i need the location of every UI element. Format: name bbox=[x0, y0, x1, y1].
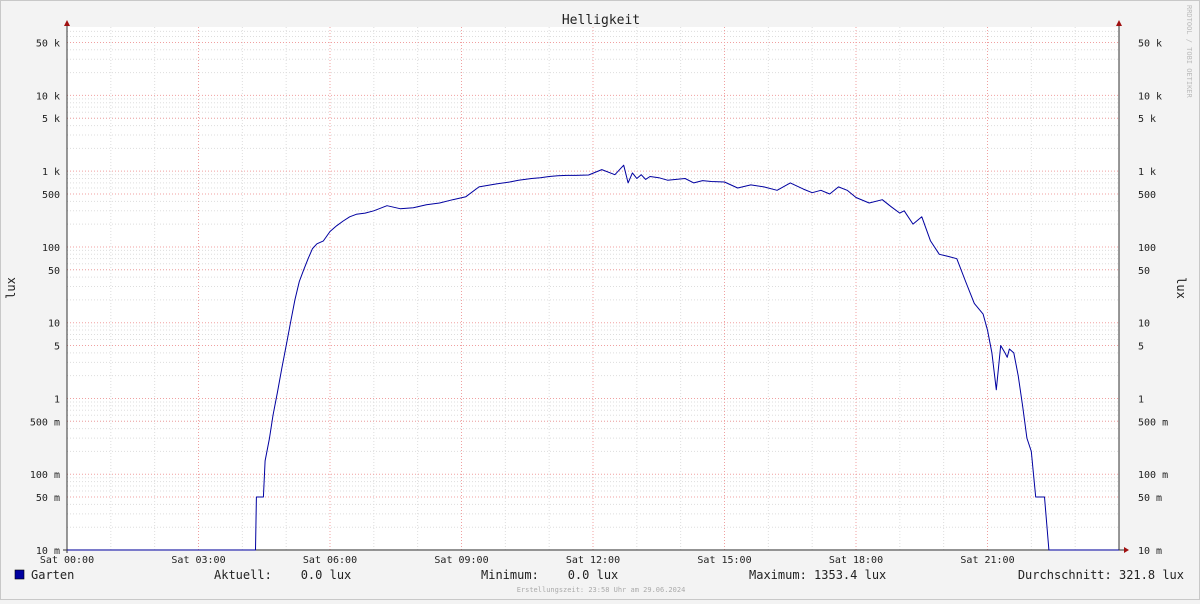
y-tick-label-right: 5 bbox=[1138, 342, 1144, 353]
y-tick-label-left: 50 k bbox=[36, 38, 60, 49]
y-tick-label-right: 50 bbox=[1138, 266, 1150, 277]
legend-average: Durchschnitt: 321.8 lux bbox=[1018, 568, 1184, 582]
legend-minimum: Minimum: 0.0 lux bbox=[481, 568, 618, 582]
y-axis-arrow-right bbox=[1116, 20, 1122, 26]
legend: Garten Aktuell: 0.0 lux Minimum: 0.0 lux… bbox=[14, 568, 1184, 582]
y-tick-label-right: 1 bbox=[1138, 394, 1144, 405]
x-tick-label: Sat 18:00 bbox=[829, 555, 883, 566]
legend-swatch bbox=[14, 569, 25, 580]
y-tick-label-right: 5 k bbox=[1138, 114, 1156, 125]
y-tick-label-left: 1 bbox=[54, 394, 60, 405]
legend-maximum: Maximum: 1353.4 lux bbox=[749, 568, 886, 582]
x-tick-label: Sat 21:00 bbox=[960, 555, 1014, 566]
y-tick-label-right: 100 bbox=[1138, 243, 1156, 254]
y-tick-label-left: 10 bbox=[48, 319, 60, 330]
x-axis-arrow bbox=[1124, 547, 1129, 553]
y-tick-label-left: 100 m bbox=[30, 470, 60, 481]
y-tick-label-left: 500 m bbox=[30, 417, 60, 428]
brightness-chart: 10 m 10 m50 m 50 m100 m 100 m500 m 500 m1 15 5… bbox=[4, 5, 1193, 594]
y-tick-label-left: 1 k bbox=[42, 167, 60, 178]
y-tick-label-left: 50 bbox=[48, 266, 60, 277]
x-tick-label: Sat 06:00 bbox=[303, 555, 357, 566]
y-tick-label-left: 50 m bbox=[36, 493, 60, 504]
y-tick-label-right: 10 bbox=[1138, 319, 1150, 330]
y-tick-label-right: 10 k bbox=[1138, 91, 1162, 102]
x-tick-label: Sat 12:00 bbox=[566, 555, 620, 566]
y-tick-label-left: 100 bbox=[42, 243, 60, 254]
x-tick-label: Sat 15:00 bbox=[697, 555, 751, 566]
chart-title: Helligkeit bbox=[562, 13, 640, 28]
y-tick-label-right: 500 m bbox=[1138, 417, 1168, 428]
y-tick-label-right: 100 m bbox=[1138, 470, 1168, 481]
y-tick-label-right: 50 k bbox=[1138, 38, 1162, 49]
y-axis-label-right: lux bbox=[1174, 277, 1188, 299]
x-tick-label: Sat 03:00 bbox=[171, 555, 225, 566]
legend-series-name: Garten bbox=[31, 568, 74, 582]
x-tick-label: Sat 09:00 bbox=[434, 555, 488, 566]
y-tick-label-right: 500 bbox=[1138, 190, 1156, 201]
y-tick-label-left: 500 bbox=[42, 190, 60, 201]
y-tick-label-right: 1 k bbox=[1138, 167, 1156, 178]
x-tick-labels: Sat 00:00 Sat 03:00 Sat 06:00 Sat 09:00 Sat … bbox=[40, 555, 1015, 566]
y-axis-label-left: lux bbox=[4, 277, 18, 299]
chart-frame: 10 m 10 m 50 m 50 m 100 m 100 m 500 m 500 m1155… bbox=[0, 0, 1200, 600]
legend-current: Aktuell: 0.0 lux bbox=[214, 568, 351, 582]
y-tick-label-left: 10 k bbox=[36, 91, 60, 102]
y-tick-label-left: 5 bbox=[54, 342, 60, 353]
y-tick-label-right: 10 m bbox=[1138, 546, 1162, 557]
x-tick-label: Sat 00:00 bbox=[40, 555, 94, 566]
y-axis-arrow-left bbox=[64, 20, 70, 26]
creation-timestamp: Erstellungszeit: 23:58 Uhr am 29.06.2024 bbox=[517, 586, 686, 594]
vendor-watermark: RRDTOOL / TOBI OETIKER bbox=[1185, 5, 1193, 99]
y-tick-label-left: 5 k bbox=[42, 114, 60, 125]
y-tick-label-right: 50 m bbox=[1138, 493, 1162, 504]
